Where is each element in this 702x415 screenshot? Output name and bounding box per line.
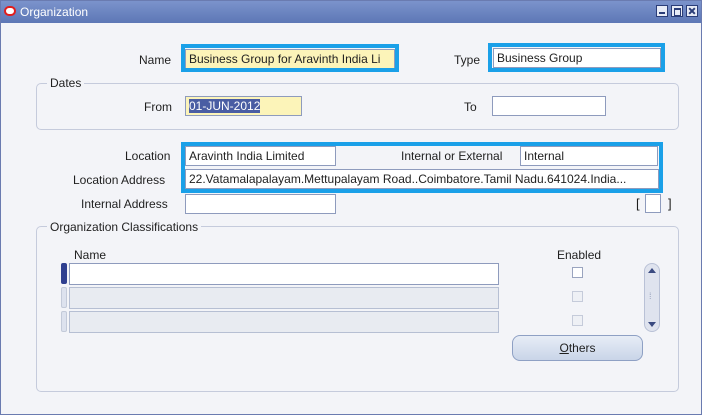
type-value: Business Group: [497, 51, 583, 65]
window-title: Organization: [20, 5, 89, 19]
internal-external-field[interactable]: Internal: [520, 146, 658, 166]
location-value: Aravinth India Limited: [189, 149, 305, 163]
internal-address-label: Internal Address: [81, 197, 168, 211]
others-label: thers: [568, 341, 596, 355]
enabled-header: Enabled: [557, 248, 602, 262]
name-value: Business Group for Aravinth India Li: [189, 52, 381, 66]
row-indicator[interactable]: [61, 311, 67, 332]
classification-name-field[interactable]: [69, 311, 499, 333]
dff-close-bracket: ]: [668, 196, 672, 211]
internal-address-field[interactable]: [185, 194, 336, 214]
row-indicator[interactable]: [61, 287, 67, 308]
location-address-value: 22.Vatamalapalayam.Mettupalayam Road..Co…: [189, 172, 627, 186]
location-label: Location: [125, 149, 171, 163]
scroll-up-icon[interactable]: [648, 268, 656, 273]
dff-open-bracket: [: [636, 196, 640, 211]
minimize-icon[interactable]: [656, 5, 668, 17]
organization-window: Organization Name Business Group for Ara…: [0, 0, 702, 415]
from-date-value: 01-JUN-2012: [189, 99, 261, 113]
classification-name-field[interactable]: [69, 287, 499, 309]
classification-name-field[interactable]: [69, 263, 499, 285]
others-button[interactable]: Others: [512, 335, 643, 361]
vertical-scrollbar[interactable]: ⁞: [644, 263, 660, 332]
scroll-grip-icon[interactable]: ⁞: [649, 292, 655, 301]
enabled-checkbox[interactable]: [572, 291, 583, 302]
oracle-logo-icon: [4, 6, 16, 16]
enabled-checkbox[interactable]: [572, 315, 583, 326]
dates-group-title: Dates: [47, 76, 85, 90]
enabled-checkbox[interactable]: [572, 267, 583, 278]
location-address-field[interactable]: 22.Vatamalapalayam.Mettupalayam Road..Co…: [185, 169, 659, 189]
location-address-label: Location Address: [73, 173, 166, 187]
from-label: From: [144, 100, 172, 114]
internal-external-label: Internal or External: [401, 149, 503, 163]
classification-name-header: Name: [74, 248, 107, 262]
classifications-group-title: Organization Classifications: [47, 220, 202, 234]
from-date-field[interactable]: 01-JUN-2012: [185, 96, 302, 116]
location-field[interactable]: Aravinth India Limited: [185, 146, 336, 166]
scroll-down-icon[interactable]: [648, 322, 656, 327]
to-label: To: [464, 100, 477, 114]
to-date-field[interactable]: [492, 96, 606, 116]
title-bar: Organization: [1, 1, 701, 23]
row-indicator-active[interactable]: [61, 263, 67, 284]
name-field[interactable]: Business Group for Aravinth India Li: [185, 49, 395, 69]
type-field[interactable]: Business Group: [493, 48, 661, 68]
descriptive-flexfield[interactable]: [645, 194, 661, 213]
close-icon[interactable]: [686, 5, 698, 17]
name-label: Name: [139, 53, 172, 67]
type-label: Type: [454, 53, 481, 67]
others-mnemonic: O: [559, 341, 569, 355]
internal-external-value: Internal: [524, 149, 565, 163]
maximize-icon[interactable]: [671, 5, 683, 17]
